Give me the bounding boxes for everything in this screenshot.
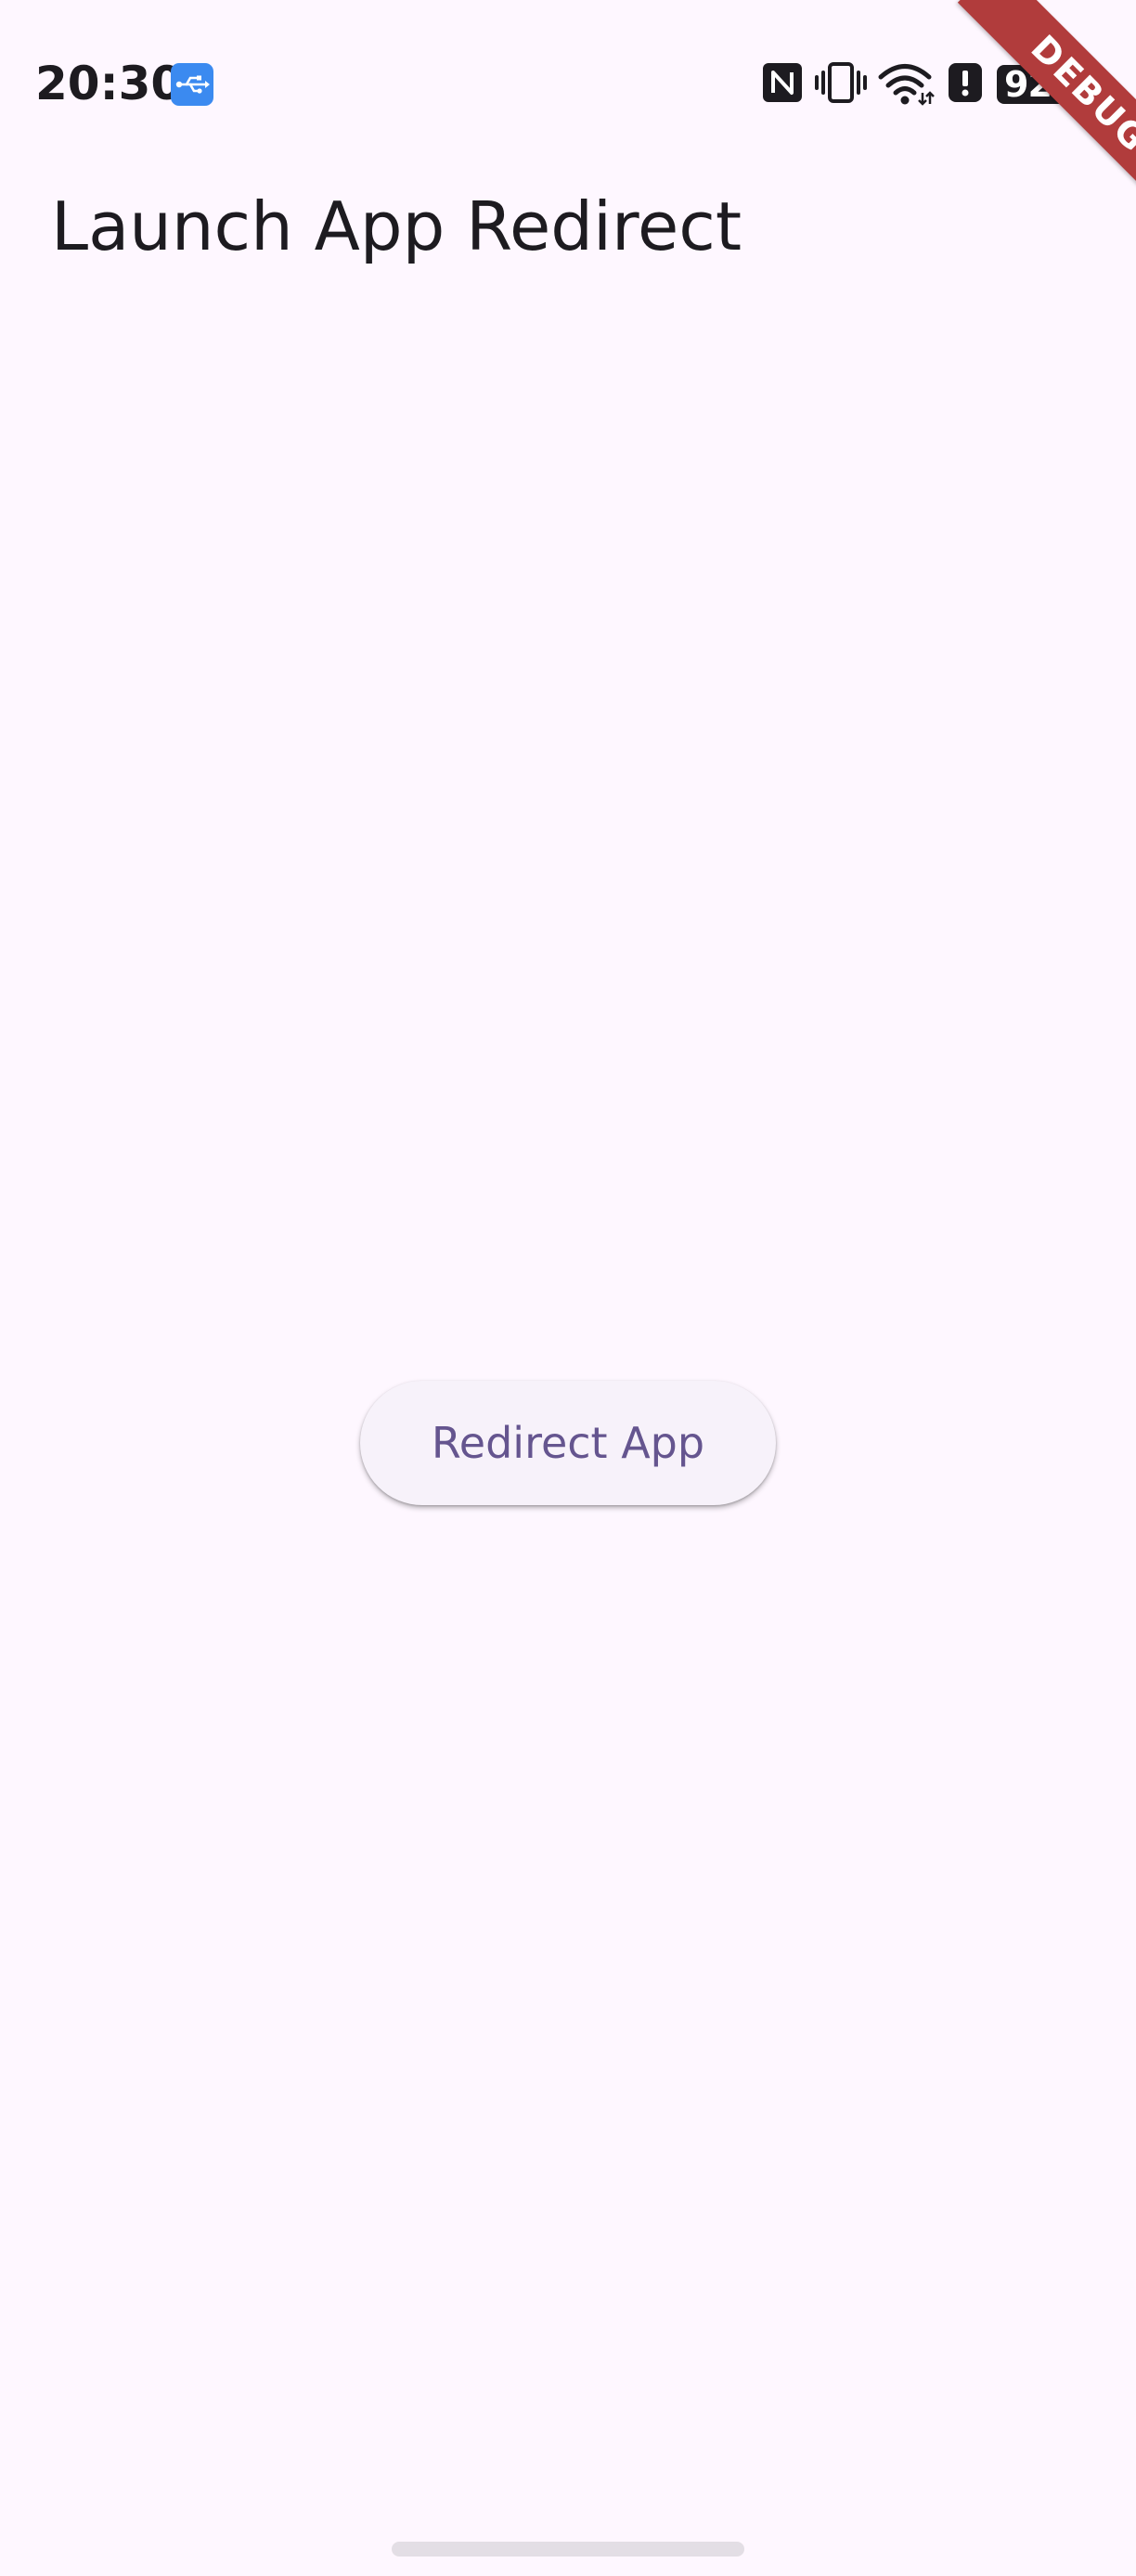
status-bar: 20:30 92	[0, 0, 1136, 167]
wifi-icon	[878, 61, 936, 111]
redirect-app-button[interactable]: Redirect App	[360, 1381, 776, 1505]
vibrate-icon	[815, 61, 867, 108]
page-title: Launch App Redirect	[51, 187, 742, 265]
nfc-icon	[761, 61, 804, 108]
usb-icon	[171, 63, 213, 106]
main-content: Redirect App	[0, 278, 1136, 2505]
status-time: 20:30	[35, 57, 184, 110]
home-indicator[interactable]	[392, 2542, 744, 2557]
app-bar: Launch App Redirect	[0, 167, 1136, 278]
alert-icon	[947, 61, 984, 108]
